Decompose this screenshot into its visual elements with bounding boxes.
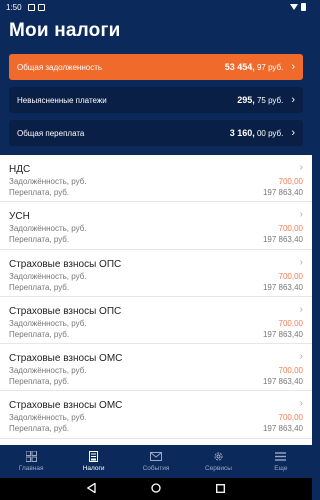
tax-name: Страховые взносы ОМС [9,353,123,365]
tax-name: Страховые взносы ОПС [9,305,122,317]
tax-item[interactable]: Страховые взносы ОПС Задолжённость, руб.… [0,250,312,297]
debt-amount: 700,00 [278,413,303,423]
wifi-icon [290,4,298,10]
debt-label: Задолжённость, руб. [9,177,87,186]
tax-list: НДС Задолжённость, руб. 700,00 Переплата,… [0,155,312,445]
chevron-right-icon: › [299,303,303,315]
unknown-payments-label: Невыясненные платежи [17,95,107,105]
tab-more-label: Еще [274,465,288,472]
notification-icon [27,3,35,11]
tax-name: УСН [9,211,30,223]
total-debt-value: 53 454, 97 руб. [224,62,284,72]
tax-item[interactable]: УСН Задолжённость, руб. 700,00 Переплата,… [0,202,312,250]
tab-home[interactable]: Главная [0,445,62,478]
system-navigation-bar [0,478,312,500]
battery-icon [301,3,306,11]
tax-name: Страховые взносы ОПС [9,258,122,270]
unknown-payments-value: 295, 75 руб. [237,95,284,105]
total-debt-label: Общая задолженность [17,62,103,72]
tax-name: НДС [9,164,31,175]
tab-services[interactable]: Сервисы [187,445,249,478]
tab-events-label: События [142,465,170,472]
chevron-right-icon: › [299,162,303,173]
tab-taxes-label: Налоги [82,465,105,472]
tax-item[interactable]: Страховые взносы ОМС Задолжённость, руб.… [0,344,312,392]
document-icon [89,451,99,462]
total-overpayment-card[interactable]: Общая переплата 3 160, 00 руб. › [9,120,303,146]
debt-label: Задолжённость, руб. [9,318,87,328]
debt-amount: 700,00 [278,224,303,234]
chevron-right-icon: › [291,60,295,73]
status-bar: 1:50 [0,0,312,14]
chevron-right-icon: › [299,398,303,410]
notification-icon [37,3,45,11]
debt-amount: 700,00 [278,271,303,281]
chevron-right-icon: › [299,209,303,221]
chevron-right-icon: › [299,256,303,268]
tab-home-label: Главная [18,465,44,472]
status-time: 1:50 [6,2,22,12]
grid-icon [25,451,37,462]
bottom-nav: Главная Налоги События Сервисы Еще [0,445,312,478]
total-overpayment-value: 3 160, 00 руб. [229,128,284,138]
tax-item[interactable]: Страховые взносы ОМС Задолжённость, руб.… [0,391,312,439]
debt-label: Задолжённость, руб. [9,271,87,281]
debt-amount: 700,00 [278,366,303,376]
tab-events[interactable]: События [125,445,187,478]
overpay-amount: 197 863,40 [262,424,303,434]
overpay-label: Переплата, руб. [9,282,70,292]
overpay-amount: 197 863,40 [262,235,303,245]
header: Мои налоги [0,14,312,48]
menu-icon [275,451,287,462]
debt-amount: 700,00 [278,177,303,186]
debt-label: Задолжённость, руб. [9,413,87,423]
chevron-right-icon: › [291,126,295,139]
back-icon[interactable] [86,480,96,498]
envelope-icon [150,451,163,462]
debt-amount: 700,00 [278,318,303,328]
overpay-amount: 197 863,40 [262,282,303,292]
tax-name: Страховые взносы ОМС [9,400,123,412]
overpay-label: Переплата, руб. [9,188,70,197]
chevron-right-icon: › [291,93,295,106]
home-icon[interactable] [151,480,161,498]
debt-label: Задолжённость, руб. [9,224,87,234]
tab-services-label: Сервисы [204,465,232,472]
overpay-label: Переплата, руб. [9,377,70,387]
overpay-label: Переплата, руб. [9,329,70,339]
page-title: Мои налоги [9,20,121,41]
total-overpayment-label: Общая переплата [17,128,85,138]
gear-icon [213,451,224,462]
overpay-label: Переплата, руб. [9,235,70,245]
total-debt-card[interactable]: Общая задолженность 53 454, 97 руб. › [9,54,303,80]
recents-icon[interactable] [215,480,225,498]
tab-taxes[interactable]: Налоги [62,445,124,478]
tax-item[interactable]: Страховые взносы ОПС Задолжённость, руб.… [0,297,312,345]
tax-item[interactable]: НДС Задолжённость, руб. 700,00 Переплата,… [0,155,312,203]
overpay-amount: 197 863,40 [262,329,303,339]
tab-more[interactable]: Еще [250,445,312,478]
unknown-payments-card[interactable]: Невыясненные платежи 295, 75 руб. › [9,87,303,113]
overpay-amount: 197 863,40 [262,188,303,197]
overpay-amount: 197 863,40 [262,377,303,387]
chevron-right-icon: › [299,351,303,363]
overpay-label: Переплата, руб. [9,424,70,434]
debt-label: Задолжённость, руб. [9,366,87,376]
